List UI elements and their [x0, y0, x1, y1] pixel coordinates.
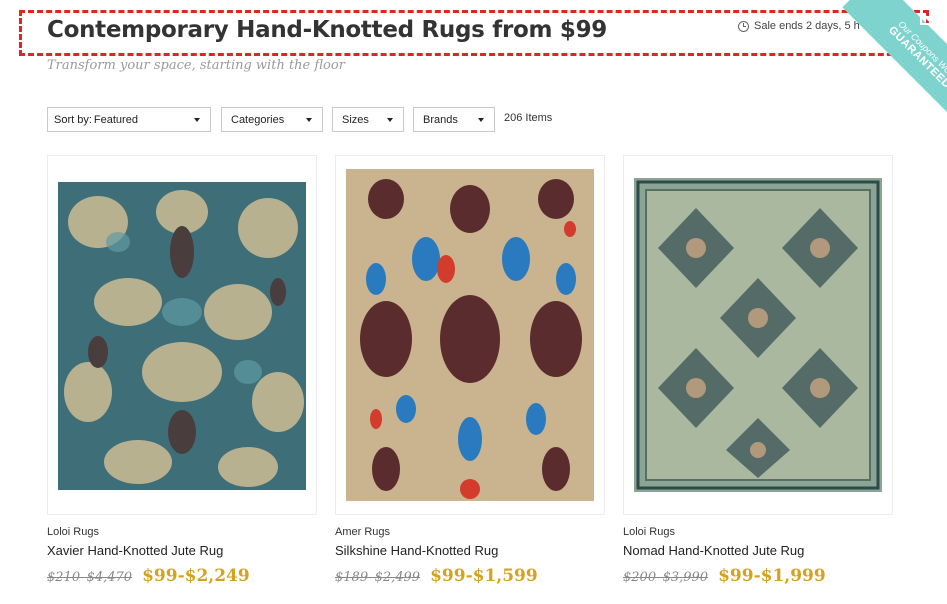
product-image[interactable]	[623, 155, 893, 515]
caret-down-icon	[306, 118, 312, 122]
caret-down-icon	[478, 118, 484, 122]
product-name[interactable]: Silkshine Hand-Knotted Rug	[335, 543, 605, 558]
price-row: $189–$2,499 $99-$1,599	[335, 566, 605, 586]
original-price: $210–$4,470	[47, 570, 133, 585]
rug-ikat-teal-image	[58, 182, 306, 490]
original-price: $189–$2,499	[335, 570, 421, 585]
sizes-label: Sizes	[342, 113, 369, 126]
categories-label: Categories	[231, 113, 285, 126]
product-name[interactable]: Xavier Hand-Knotted Jute Rug	[47, 543, 317, 558]
product-brand: Loloi Rugs	[623, 526, 675, 538]
product-brand: Amer Rugs	[335, 526, 391, 538]
page-subtitle: Transform your space, starting with the …	[47, 58, 345, 73]
product-card[interactable]: Amer Rugs Silkshine Hand-Knotted Rug $18…	[335, 155, 605, 586]
price-row: $200–$3,990 $99-$1,999	[623, 566, 893, 586]
coupon-guarantee-ribbon[interactable]: Our Coupons Work GUARANTEED	[827, 0, 947, 120]
product-card[interactable]: Loloi Rugs Nomad Hand-Knotted Jute Rug $…	[623, 155, 893, 586]
sale-price: $99-$1,999	[718, 566, 826, 586]
original-price: $200–$3,990	[623, 570, 709, 585]
clock-icon	[738, 20, 749, 32]
sort-dropdown[interactable]: Sort by: Featured	[47, 107, 211, 132]
sort-value: Featured	[93, 113, 138, 126]
caret-down-icon	[387, 118, 393, 122]
product-image[interactable]	[47, 155, 317, 515]
rug-medallion-green-image	[634, 178, 882, 492]
product-brand: Loloi Rugs	[47, 526, 99, 538]
brands-label: Brands	[423, 113, 458, 126]
sale-price: $99-$2,249	[142, 566, 250, 586]
caret-down-icon	[194, 118, 200, 122]
checkmark-icon	[920, 5, 942, 25]
sort-label: Sort by:	[54, 113, 92, 126]
sale-price: $99-$1,599	[430, 566, 538, 586]
product-image[interactable]	[335, 155, 605, 515]
brands-dropdown[interactable]: Brands	[413, 107, 495, 132]
rug-ikat-multicolor-image	[346, 169, 594, 501]
price-row: $210–$4,470 $99-$2,249	[47, 566, 317, 586]
item-count: 206 Items	[504, 112, 553, 124]
categories-dropdown[interactable]: Categories	[221, 107, 323, 132]
page-title: Contemporary Hand-Knotted Rugs from $99	[47, 17, 607, 43]
product-name[interactable]: Nomad Hand-Knotted Jute Rug	[623, 543, 893, 558]
sizes-dropdown[interactable]: Sizes	[332, 107, 404, 132]
product-card[interactable]: Loloi Rugs Xavier Hand-Knotted Jute Rug …	[47, 155, 317, 586]
